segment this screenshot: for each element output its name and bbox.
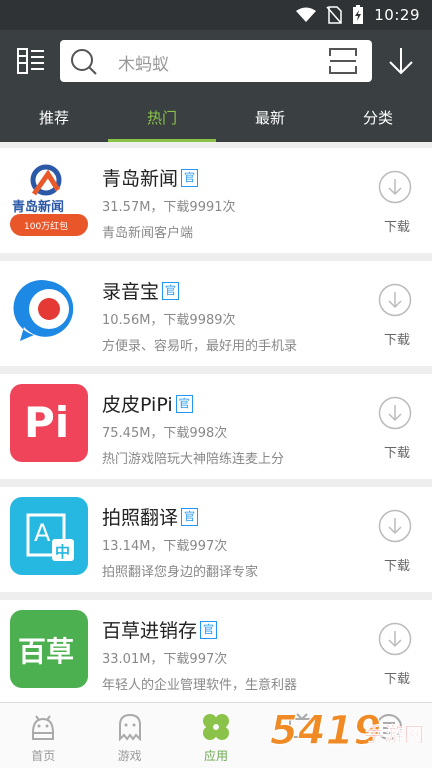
official-badge: 官 [181, 168, 199, 187]
download-button-icon[interactable] [378, 170, 412, 204]
site-watermark-logo: 5419 手游网 [268, 704, 428, 768]
tab-hot[interactable]: 热门 [108, 92, 216, 142]
watermark-text: 手游网 [364, 722, 425, 747]
search-icon [71, 49, 97, 75]
list-item[interactable]: 百草 百草进销存 官 33.01M，下载997次 年轻人的企业管理软件，生意利器… [0, 600, 432, 705]
app-icon-text: Pi [24, 398, 70, 447]
nav-label: 应用 [204, 749, 229, 763]
category-tabs: 推荐 热门 最新 分类 [0, 92, 432, 142]
list-item[interactable]: A 中 拍照翻译 官 13.14M，下载997次 拍照翻译您身边的翻译专家 下载 [0, 487, 432, 592]
download-button-icon[interactable] [378, 509, 412, 543]
app-description: 青岛新闻客户端 [102, 226, 194, 241]
official-badge: 官 [181, 507, 199, 526]
download-label[interactable]: 下载 [384, 442, 410, 461]
download-button-icon[interactable] [378, 622, 412, 656]
list-item[interactable]: 青岛新闻 100万红包 青岛新闻 官 31.57M，下载9991次 青岛新闻客户… [0, 148, 432, 253]
app-meta: 31.57M，下载9991次 [102, 200, 236, 215]
app-icon-baicao: 百草 [10, 610, 88, 688]
app-name: 拍照翻译 [102, 507, 179, 529]
app-icon-text: 青岛新闻 [12, 200, 65, 215]
android-icon [32, 715, 55, 740]
official-badge: 官 [162, 281, 180, 300]
app-icon-text: A [34, 519, 51, 547]
app-meta: 75.45M，下载998次 [102, 426, 228, 441]
app-icon-recorder [10, 271, 88, 349]
nav-games[interactable]: 游戏 [86, 703, 172, 768]
download-button-icon[interactable] [378, 396, 412, 430]
list-item[interactable]: Pi 皮皮PiPi 官 75.45M，下载998次 热门游戏陪玩大神陪练连麦上分… [0, 374, 432, 479]
download-label[interactable]: 下载 [384, 668, 410, 687]
ghost-icon [118, 713, 141, 742]
tab-category[interactable]: 分类 [324, 92, 432, 142]
wifi-icon [296, 7, 317, 22]
search-input[interactable]: 木蚂蚁 [60, 40, 372, 82]
tab-recommend[interactable]: 推荐 [0, 92, 108, 142]
app-name: 百草进销存 [102, 620, 198, 642]
no-sim-icon [326, 6, 343, 24]
list-item[interactable]: 录音宝 官 10.56M，下载9989次 方便录、容易听，最好用的手机录 下载 [0, 261, 432, 366]
app-icon-text: 百草 [18, 635, 75, 668]
official-badge: 官 [175, 394, 193, 413]
app-icon-qingdao-news: 青岛新闻 100万红包 [10, 158, 88, 236]
download-button-icon[interactable] [378, 283, 412, 317]
nav-label: 游戏 [117, 749, 142, 763]
top-bar: 木蚂蚁 [0, 30, 432, 92]
app-icon-photo-translate: A 中 [10, 497, 88, 575]
app-icon-subtext: 中 [55, 543, 71, 561]
status-bar: 10:29 [0, 0, 432, 30]
app-name: 青岛新闻 [102, 168, 179, 190]
app-description: 年轻人的企业管理软件，生意利器 [102, 678, 298, 693]
app-description: 热门游戏陪玩大神陪练连麦上分 [102, 452, 285, 467]
clover-icon [203, 714, 230, 740]
app-description: 拍照翻译您身边的翻译专家 [102, 565, 259, 580]
app-name: 皮皮PiPi [102, 394, 173, 416]
download-manager-icon[interactable] [388, 46, 414, 76]
scan-icon[interactable] [328, 47, 358, 75]
app-meta: 10.56M，下载9989次 [102, 313, 236, 328]
nav-apps[interactable]: 应用 [173, 703, 259, 768]
app-icon-pipi: Pi [10, 384, 88, 462]
nav-home[interactable]: 首页 [0, 703, 86, 768]
download-label[interactable]: 下载 [384, 329, 410, 348]
app-meta: 33.01M，下载997次 [102, 652, 228, 667]
app-name: 录音宝 [102, 281, 160, 303]
app-icon-subtext: 100万红包 [24, 222, 69, 232]
tab-latest[interactable]: 最新 [216, 92, 324, 142]
app-description: 方便录、容易听，最好用的手机录 [102, 339, 298, 354]
battery-charging-icon [353, 5, 364, 24]
list-menu-icon[interactable] [16, 46, 46, 76]
nav-label: 首页 [31, 749, 56, 763]
app-meta: 13.14M，下载997次 [102, 539, 228, 554]
search-placeholder: 木蚂蚁 [118, 55, 169, 75]
download-label[interactable]: 下载 [384, 216, 410, 235]
official-badge: 官 [200, 620, 218, 639]
clock: 10:29 [374, 6, 420, 24]
download-label[interactable]: 下载 [384, 555, 410, 574]
